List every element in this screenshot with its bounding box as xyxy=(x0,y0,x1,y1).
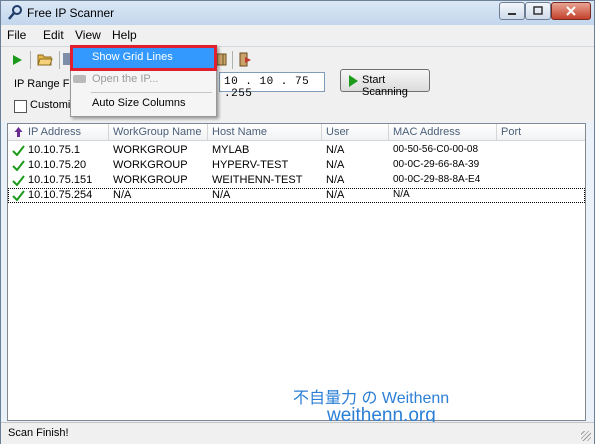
user-cell: N/A xyxy=(326,174,345,186)
check-icon xyxy=(12,175,25,186)
open-folder-icon[interactable] xyxy=(37,52,53,67)
workgroup-cell: WORKGROUP xyxy=(113,174,188,186)
table-row[interactable]: 10.10.75.20 WORKGROUP HYPERV-TEST N/A 00… xyxy=(8,158,585,173)
open-ip-label: Open the IP... xyxy=(92,73,159,85)
results-list[interactable]: IP Address WorkGroup Name Host Name User… xyxy=(7,123,586,421)
table-row[interactable]: 10.10.75.151 WORKGROUP WEITHENN-TEST N/A… xyxy=(8,173,585,188)
workgroup-cell: WORKGROUP xyxy=(113,144,188,156)
exit-icon[interactable] xyxy=(239,52,252,67)
start-scanning-button[interactable]: Start Scanning xyxy=(340,69,430,98)
column-host-name[interactable]: Host Name xyxy=(208,124,322,140)
menu-view[interactable]: View xyxy=(75,28,101,42)
toolbar-separator xyxy=(232,51,233,69)
minimize-button[interactable] xyxy=(499,2,525,20)
sort-up-icon xyxy=(14,127,23,137)
auto-size-columns-label: Auto Size Columns xyxy=(92,97,186,109)
mac-cell: 00-0C-29-66-8A-39 xyxy=(393,159,480,170)
menu-item-show-grid-lines[interactable]: Show Grid Lines xyxy=(70,45,217,71)
host-cell: MYLAB xyxy=(212,144,250,156)
app-icon xyxy=(8,5,22,20)
workgroup-cell: N/A xyxy=(113,189,132,201)
menu-item-auto-size-columns[interactable]: Auto Size Columns xyxy=(73,94,214,114)
open-ip-icon xyxy=(73,75,86,83)
table-row[interactable]: 10.10.75.254 N/A N/A N/A N/A xyxy=(8,188,585,203)
mac-cell: 00-50-56-C0-00-08 xyxy=(393,144,479,155)
mac-cell: 00-0C-29-88-8A-E4 xyxy=(393,174,481,185)
mac-cell: N/A xyxy=(393,189,410,200)
check-icon xyxy=(12,160,25,171)
watermark: 不自量力 の Weithenn weithenn.org xyxy=(293,384,449,426)
close-icon xyxy=(566,6,576,16)
menu-separator xyxy=(91,92,212,93)
menu-file[interactable]: File xyxy=(7,28,26,42)
start-scanning-label: Start Scanning xyxy=(362,74,408,98)
column-user[interactable]: User xyxy=(322,124,389,140)
view-dropdown-menu: Show Grid Lines Open the IP... Auto Size… xyxy=(70,45,217,117)
menu-edit[interactable]: Edit xyxy=(43,28,64,42)
column-mac-address[interactable]: MAC Address xyxy=(389,124,497,140)
column-port[interactable]: Port xyxy=(497,124,585,140)
user-cell: N/A xyxy=(326,159,345,171)
menu-help[interactable]: Help xyxy=(112,28,137,42)
menu-item-open-ip[interactable]: Open the IP... xyxy=(73,70,214,90)
ip-cell: 10.10.75.151 xyxy=(28,174,93,186)
column-workgroup-name[interactable]: WorkGroup Name xyxy=(109,124,208,140)
host-cell: N/A xyxy=(212,189,231,201)
customize-label: Customiz xyxy=(30,99,76,111)
check-icon xyxy=(12,190,25,201)
column-ip-address[interactable]: IP Address xyxy=(8,124,109,140)
play-icon xyxy=(349,75,358,87)
toolbar-separator xyxy=(59,51,60,69)
status-text: Scan Finish! xyxy=(8,427,69,439)
resize-grip[interactable] xyxy=(581,431,591,441)
toolbar-separator xyxy=(30,51,31,69)
menu-bar: File Edit View Help xyxy=(1,25,594,69)
customize-checkbox[interactable] xyxy=(14,100,27,113)
title-bar: Free IP Scanner xyxy=(1,1,594,25)
ip-cell: 10.10.75.1 xyxy=(28,144,80,156)
maximize-button[interactable] xyxy=(525,2,551,20)
status-bar: Scan Finish! xyxy=(1,422,594,444)
window-title: Free IP Scanner xyxy=(27,6,115,20)
list-header: IP Address WorkGroup Name Host Name User… xyxy=(8,124,585,141)
user-cell: N/A xyxy=(326,189,345,201)
table-row[interactable]: 10.10.75.1 WORKGROUP MYLAB N/A 00-50-56-… xyxy=(8,143,585,158)
show-grid-lines-label: Show Grid Lines xyxy=(92,51,173,63)
host-cell: HYPERV-TEST xyxy=(212,159,289,171)
start-icon[interactable] xyxy=(11,54,23,66)
workgroup-cell: WORKGROUP xyxy=(113,159,188,171)
check-icon xyxy=(12,145,25,156)
ip-cell: 10.10.75.254 xyxy=(28,189,93,201)
close-button[interactable] xyxy=(551,2,591,20)
maximize-icon xyxy=(533,6,543,15)
minimize-icon xyxy=(508,13,516,15)
user-cell: N/A xyxy=(326,144,345,156)
app-window: Free IP Scanner File Edit View Help IP R… xyxy=(0,0,595,444)
ip-range-end-input[interactable]: 10 . 10 . 75 .255 xyxy=(219,72,325,100)
host-cell: WEITHENN-TEST xyxy=(212,174,303,186)
ip-cell: 10.10.75.20 xyxy=(28,159,87,171)
